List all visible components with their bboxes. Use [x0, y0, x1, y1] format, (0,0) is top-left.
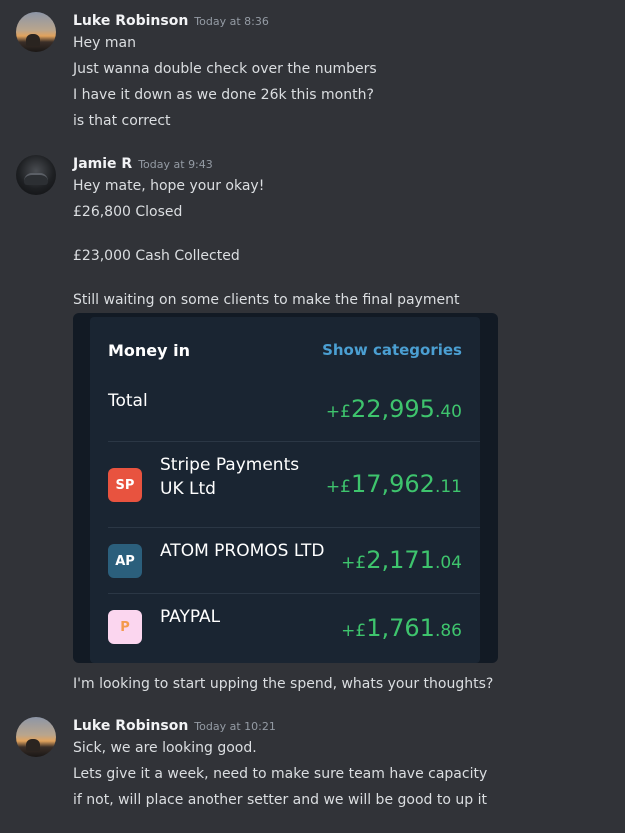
merchant-badge: AP — [108, 544, 142, 578]
amount-major: 2,171 — [366, 546, 435, 574]
timestamp[interactable]: Today at 8:36 — [194, 15, 269, 28]
card-title: Money in — [108, 341, 191, 360]
amount-prefix: +£ — [325, 402, 351, 422]
message-text: if not, will place another setter and we… — [73, 792, 487, 808]
author-name[interactable]: Luke Robinson — [73, 13, 188, 29]
message-text: is that correct — [73, 113, 171, 129]
show-categories-link: Show categories — [322, 341, 462, 359]
message-text: Hey man — [73, 35, 136, 51]
total-amount: +£22,995.40 — [326, 395, 462, 423]
amount-major: 1,761 — [366, 614, 435, 642]
message-text: I'm looking to start upping the spend, w… — [73, 676, 494, 692]
merchant-badge: SP — [108, 468, 142, 502]
message-text: I have it down as we done 26k this month… — [73, 87, 374, 103]
avatar[interactable] — [16, 717, 56, 757]
merchant-name-line: ATOM PROMOS LTD — [160, 541, 325, 561]
author-name[interactable]: Luke Robinson — [73, 718, 188, 734]
merchant-name-line: PAYPAL — [160, 607, 221, 627]
merchant-badge: P — [108, 610, 142, 644]
amount-minor: .40 — [434, 402, 462, 422]
message-text: £26,800 Closed — [73, 204, 183, 220]
amount-major: 22,995 — [350, 395, 435, 423]
amount-prefix: +£ — [341, 553, 367, 573]
divider — [108, 527, 480, 528]
message-text: Lets give it a week, need to make sure t… — [73, 766, 488, 782]
merchant-name: Stripe Payments UK Ltd — [160, 453, 299, 501]
message-text: Still waiting on some clients to make th… — [73, 292, 460, 308]
merchant-amount: +£2,171.04 — [341, 546, 462, 574]
avatar[interactable] — [16, 12, 56, 52]
amount-minor: .86 — [434, 621, 462, 641]
divider — [108, 441, 480, 442]
divider — [108, 593, 480, 594]
message-text: Just wanna double check over the numbers — [73, 61, 377, 77]
money-in-card: Money in Show categories Total +£22,995.… — [90, 317, 480, 663]
merchant-name-line: Stripe Payments — [160, 455, 300, 475]
amount-prefix: +£ — [341, 621, 367, 641]
amount-major: 17,962 — [350, 470, 435, 498]
total-label: Total — [108, 391, 148, 411]
amount-prefix: +£ — [325, 477, 351, 497]
attached-image[interactable]: Money in Show categories Total +£22,995.… — [73, 313, 498, 663]
merchant-amount: +£1,761.86 — [341, 614, 462, 642]
message-text: Hey mate, hope your okay! — [73, 178, 265, 194]
merchant-name-line: UK Ltd — [160, 479, 216, 499]
message-header: Luke Robinson Today at 8:36 — [73, 12, 269, 31]
timestamp[interactable]: Today at 10:21 — [194, 720, 276, 733]
merchant-name: ATOM PROMOS LTD — [160, 539, 324, 563]
timestamp[interactable]: Today at 9:43 — [138, 158, 213, 171]
message-header: Jamie R Today at 9:43 — [73, 155, 213, 174]
merchant-name: PAYPAL — [160, 605, 220, 629]
amount-minor: .11 — [434, 477, 462, 497]
amount-minor: .04 — [434, 553, 462, 573]
message-text: Sick, we are looking good. — [73, 740, 257, 756]
author-name[interactable]: Jamie R — [73, 156, 132, 172]
message-text: £23,000 Cash Collected — [73, 248, 240, 264]
avatar[interactable] — [16, 155, 56, 195]
merchant-amount: +£17,962.11 — [326, 470, 462, 498]
message-header: Luke Robinson Today at 10:21 — [73, 717, 276, 736]
